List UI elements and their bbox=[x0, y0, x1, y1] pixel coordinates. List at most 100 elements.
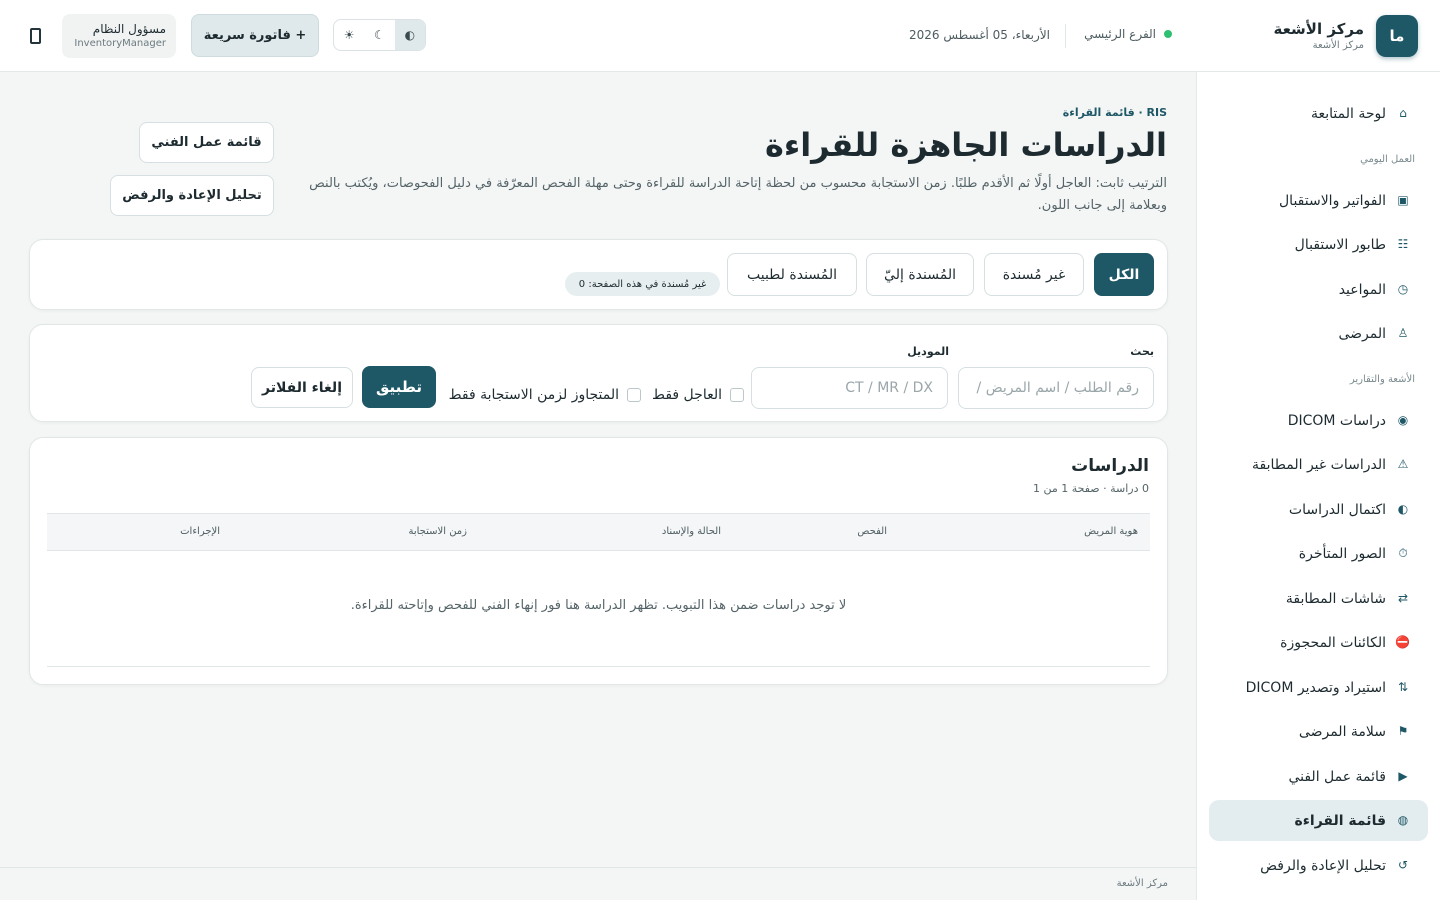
user-menu[interactable]: مسؤول النظام InventoryManager bbox=[62, 14, 176, 58]
sidebar-item-label: المواعيد bbox=[1338, 281, 1386, 298]
modality-input[interactable] bbox=[751, 367, 948, 409]
swap-icon: ⇄ bbox=[1397, 591, 1409, 605]
sidebar-item-label: الدراسات غير المطابقة bbox=[1252, 456, 1386, 473]
sidebar-item-dicom-studies[interactable]: ◉ دراسات DICOM bbox=[1209, 400, 1428, 441]
warning-icon: ⚠ bbox=[1397, 457, 1409, 471]
light-theme-icon[interactable]: ☀ bbox=[334, 20, 364, 50]
sidebar-item-label: طابور الاستقبال bbox=[1294, 236, 1386, 253]
brand-title: مركز الأشعة bbox=[1273, 20, 1364, 38]
column-header-actions: الإجراءات bbox=[180, 526, 220, 537]
sidebar-item-dashboard[interactable]: ⌂ لوحة المتابعة bbox=[1209, 93, 1428, 134]
footer: مركز الأشعة bbox=[0, 867, 1196, 900]
sidebar-item-label: قائمة القراءة bbox=[1294, 812, 1387, 829]
urgent-only-checkbox[interactable]: العاجل فقط bbox=[652, 387, 744, 403]
sidebar-item-reception-queue[interactable]: ☷ طابور الاستقبال bbox=[1209, 224, 1428, 265]
branch-indicator: الفرع الرئيسي bbox=[1084, 27, 1172, 41]
sidebar-item-label: استيراد وتصدير DICOM bbox=[1245, 679, 1386, 696]
half-circle-icon: ◐ bbox=[1397, 502, 1409, 516]
quick-invoice-button[interactable]: + فاتورة سريعة bbox=[191, 14, 319, 57]
contrast-theme-icon[interactable]: ◐ bbox=[394, 20, 425, 50]
sidebar-item-label: الصور المتأخرة bbox=[1298, 545, 1386, 562]
column-header-patient[interactable]: هوية المريض bbox=[1084, 526, 1138, 537]
reading-icon: ◍ bbox=[1397, 813, 1409, 827]
sidebar-item-patients[interactable]: ♙ المرضى bbox=[1209, 313, 1428, 354]
import-export-icon: ⇅ bbox=[1397, 680, 1409, 694]
footer-text: مركز الأشعة bbox=[1116, 878, 1168, 889]
page-title: الدراسات الجاهزة للقراءة bbox=[764, 126, 1167, 164]
unassigned-count-badge: غير مُسندة في هذه الصفحة: 0 bbox=[565, 272, 720, 296]
redo-icon: ↺ bbox=[1397, 858, 1409, 872]
table-header: هوية المريض الفحص الحالة والإسناد زمن ال… bbox=[47, 513, 1150, 551]
modality-label: الموديل bbox=[907, 345, 949, 358]
sidebar-item-tech-worklist[interactable]: ▶ قائمة عمل الفني bbox=[1209, 756, 1428, 797]
timer-icon: ⏱ bbox=[1398, 546, 1408, 560]
user-name: مسؤول النظام bbox=[92, 22, 166, 36]
reject-analysis-button[interactable]: تحليل الإعادة والرفض bbox=[110, 175, 274, 216]
column-header-status[interactable]: الحالة والإسناد bbox=[662, 526, 721, 537]
current-date: الأربعاء، 05 أغسطس 2026 bbox=[908, 28, 1050, 42]
empty-state-message: لا توجد دراسات ضمن هذا التبويب. تظهر الد… bbox=[350, 598, 847, 613]
column-header-response-time[interactable]: زمن الاستجابة bbox=[408, 526, 467, 537]
queue-icon: ☷ bbox=[1397, 237, 1409, 251]
divider bbox=[47, 666, 1150, 667]
sidebar-item-reject-analysis[interactable]: ↺ تحليل الإعادة والرفض bbox=[1209, 845, 1428, 886]
page-description: الترتيب ثابت: العاجل أولًا ثم الأقدم طلب… bbox=[309, 176, 1167, 213]
sidebar-item-label: تحليل الإعادة والرفض bbox=[1260, 857, 1386, 874]
theme-toggle[interactable]: ☀ ☾ ◐ bbox=[333, 19, 426, 51]
sidebar-item-label: دراسات DICOM bbox=[1287, 412, 1386, 429]
brand-logo: ما bbox=[1376, 15, 1418, 57]
dark-theme-icon[interactable]: ☾ bbox=[364, 20, 394, 50]
tabs-card: الكل غير مُسندة المُسندة إليّ المُسندة ل… bbox=[29, 239, 1168, 310]
sidebar-item-label: سلامة المرضى bbox=[1298, 723, 1386, 740]
sidebar-item-dicom-import-export[interactable]: ⇅ استيراد وتصدير DICOM bbox=[1209, 667, 1428, 708]
studies-title: الدراسات bbox=[1071, 456, 1149, 476]
branch-label: الفرع الرئيسي bbox=[1084, 27, 1156, 41]
apply-filters-button[interactable]: تطبيق bbox=[362, 366, 436, 408]
divider bbox=[1065, 24, 1066, 48]
checkbox-label: المتجاوز لزمن الاستجابة فقط bbox=[448, 387, 619, 403]
tech-worklist-button[interactable]: قائمة عمل الفني bbox=[139, 122, 274, 163]
top-bar: ما مركز الأشعة مركز الأشعة الفرع الرئيسي… bbox=[0, 0, 1440, 72]
tab-unassigned[interactable]: غير مُسندة bbox=[984, 253, 1084, 296]
tab-assigned-to-doctor[interactable]: المُسندة لطبيب bbox=[727, 253, 857, 296]
online-status-dot bbox=[1164, 30, 1172, 38]
search-label: بحث bbox=[1130, 345, 1154, 358]
overdue-only-checkbox[interactable]: المتجاوز لزمن الاستجابة فقط bbox=[449, 387, 641, 403]
sidebar-section-radiology: الأشعة والتقارير bbox=[1349, 374, 1415, 385]
search-input[interactable] bbox=[958, 367, 1154, 409]
brand-subtitle: مركز الأشعة bbox=[1312, 40, 1364, 51]
column-header-exam[interactable]: الفحص bbox=[857, 526, 887, 537]
invoice-icon: ▣ bbox=[1397, 193, 1409, 207]
sidebar-item-appointments[interactable]: ◷ المواعيد bbox=[1209, 269, 1428, 310]
sidebar-item-unmatched-studies[interactable]: ⚠ الدراسات غير المطابقة bbox=[1209, 444, 1428, 485]
home-icon: ⌂ bbox=[1399, 106, 1407, 120]
tab-all[interactable]: الكل bbox=[1094, 253, 1154, 296]
sidebar-item-label: قائمة عمل الفني bbox=[1288, 768, 1386, 785]
studies-pagination-meta: 0 دراسة · صفحة 1 من 1 bbox=[1032, 482, 1149, 495]
blocked-icon: ⛔ bbox=[1395, 635, 1410, 649]
sidebar-item-label: المرضى bbox=[1338, 325, 1386, 342]
sidebar-item-reading-list[interactable]: ◍ قائمة القراءة bbox=[1209, 800, 1428, 841]
filters-card: بحث الموديل العاجل فقط المتجاوز لزمن الا… bbox=[29, 324, 1168, 422]
flag-icon: ⚑ bbox=[1397, 724, 1409, 738]
studies-card: الدراسات 0 دراسة · صفحة 1 من 1 هوية المر… bbox=[29, 437, 1168, 685]
checkbox-box[interactable] bbox=[730, 388, 744, 402]
tab-assigned-to-me[interactable]: المُسندة إليّ bbox=[866, 253, 974, 296]
sidebar-section-daily: العمل اليومي bbox=[1360, 154, 1415, 165]
checkbox-label: العاجل فقط bbox=[652, 387, 722, 403]
sidebar-item-label: الكائنات المحجوزة bbox=[1280, 634, 1386, 651]
device-icon[interactable] bbox=[30, 28, 41, 44]
clock-icon: ◷ bbox=[1397, 282, 1409, 296]
clear-filters-button[interactable]: إلغاء الفلاتر bbox=[251, 367, 353, 408]
sidebar-item-study-completion[interactable]: ◐ اكتمال الدراسات bbox=[1209, 489, 1428, 530]
sidebar-item-late-images[interactable]: ⏱ الصور المتأخرة bbox=[1209, 533, 1428, 574]
brand: ما مركز الأشعة مركز الأشعة bbox=[1273, 14, 1418, 58]
sidebar-item-invoices[interactable]: ▣ الفواتير والاستقبال bbox=[1209, 180, 1428, 221]
user-role: InventoryManager bbox=[74, 38, 166, 49]
sidebar-item-label: شاشات المطابقة bbox=[1285, 590, 1386, 607]
checkbox-box[interactable] bbox=[627, 388, 641, 402]
sidebar-item-label: الفواتير والاستقبال bbox=[1279, 192, 1386, 209]
sidebar-item-patient-safety[interactable]: ⚑ سلامة المرضى bbox=[1209, 711, 1428, 752]
sidebar-item-matching-screens[interactable]: ⇄ شاشات المطابقة bbox=[1209, 578, 1428, 619]
sidebar-item-reserved-objects[interactable]: ⛔ الكائنات المحجوزة bbox=[1209, 622, 1428, 663]
